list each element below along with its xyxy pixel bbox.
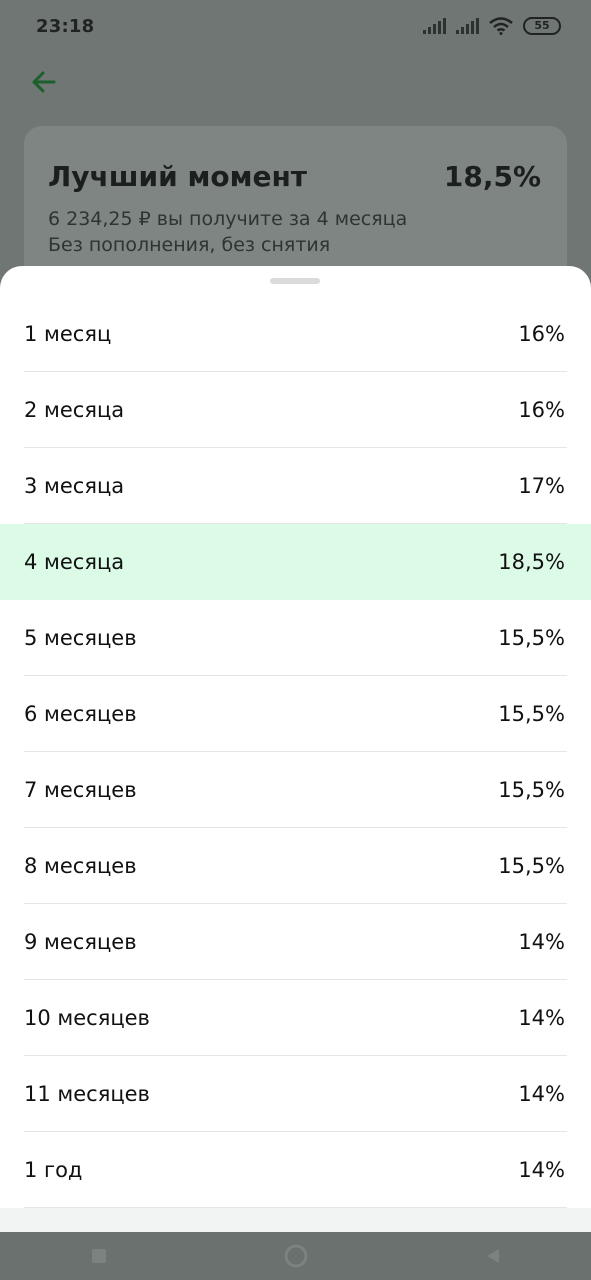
card-conditions-text: Без пополнения, без снятия <box>48 234 331 256</box>
term-rate: 14% <box>518 1006 565 1030</box>
navigation-bar <box>0 1232 591 1280</box>
term-row[interactable]: 10 месяцев 14% <box>0 980 591 1056</box>
term-rate: 18,5% <box>498 550 565 574</box>
term-row[interactable]: 2 месяца 16% <box>0 372 591 448</box>
status-icons: 55 <box>423 17 561 35</box>
status-time: 23:18 <box>36 15 95 37</box>
recents-button[interactable] <box>79 1236 119 1276</box>
signal-icon <box>423 18 446 34</box>
term-label: 4 месяца <box>24 550 125 574</box>
term-label: 7 месяцев <box>24 778 137 802</box>
term-row[interactable]: 6 месяцев 15,5% <box>0 676 591 752</box>
term-label: 1 год <box>24 1158 83 1182</box>
battery-icon: 55 <box>523 17 561 35</box>
term-row[interactable]: 5 месяцев 15,5% <box>0 600 591 676</box>
triangle-back-icon <box>486 1249 499 1263</box>
circle-icon <box>284 1244 307 1268</box>
sheet-footer <box>0 1208 591 1232</box>
status-bar: 23:18 55 <box>0 0 591 52</box>
term-label: 5 месяцев <box>24 626 137 650</box>
term-row[interactable]: 7 месяцев 15,5% <box>0 752 591 828</box>
term-label: 1 месяц <box>24 322 112 346</box>
term-rate: 17% <box>518 474 565 498</box>
term-row[interactable]: 9 месяцев 14% <box>0 904 591 980</box>
term-list: 1 месяц 16% 2 месяца 16% 3 месяца 17% 4 мес… <box>0 296 591 1208</box>
term-rate: 14% <box>518 1082 565 1106</box>
card-title: Лучший момент <box>48 160 308 193</box>
term-rate: 15,5% <box>498 778 565 802</box>
term-label: 3 месяца <box>24 474 125 498</box>
term-label: 10 месяцев <box>24 1006 150 1030</box>
term-label: 8 месяцев <box>24 854 137 878</box>
term-row-selected[interactable]: 4 месяца 18,5% <box>0 524 591 600</box>
term-row[interactable]: 1 месяц 16% <box>0 296 591 372</box>
square-icon <box>91 1249 106 1263</box>
back-button[interactable] <box>473 1236 513 1276</box>
term-row[interactable]: 3 месяца 17% <box>0 448 591 524</box>
term-label: 6 месяцев <box>24 702 137 726</box>
card-rate: 18,5% <box>443 160 541 193</box>
home-button[interactable] <box>276 1236 316 1276</box>
term-row[interactable]: 1 год 14% <box>0 1132 591 1208</box>
term-row[interactable]: 11 месяцев 14% <box>0 1056 591 1132</box>
term-rate: 14% <box>518 930 565 954</box>
term-label: 9 месяцев <box>24 930 137 954</box>
card-income-text: 6 234,25 ₽ вы получите за 4 месяца <box>48 208 408 230</box>
back-arrow-icon[interactable] <box>28 66 60 98</box>
term-rate: 15,5% <box>498 854 565 878</box>
term-label: 11 месяцев <box>24 1082 150 1106</box>
term-bottom-sheet: 1 месяц 16% 2 месяца 16% 3 месяца 17% 4 мес… <box>0 266 591 1232</box>
term-row[interactable]: 8 месяцев 15,5% <box>0 828 591 904</box>
term-rate: 16% <box>518 322 565 346</box>
term-rate: 15,5% <box>498 702 565 726</box>
term-rate: 14% <box>518 1158 565 1182</box>
wifi-icon <box>489 17 513 35</box>
term-rate: 16% <box>518 398 565 422</box>
signal-icon-2 <box>456 18 479 34</box>
term-label: 2 месяца <box>24 398 125 422</box>
term-rate: 15,5% <box>498 626 565 650</box>
sheet-drag-handle[interactable] <box>270 278 320 284</box>
